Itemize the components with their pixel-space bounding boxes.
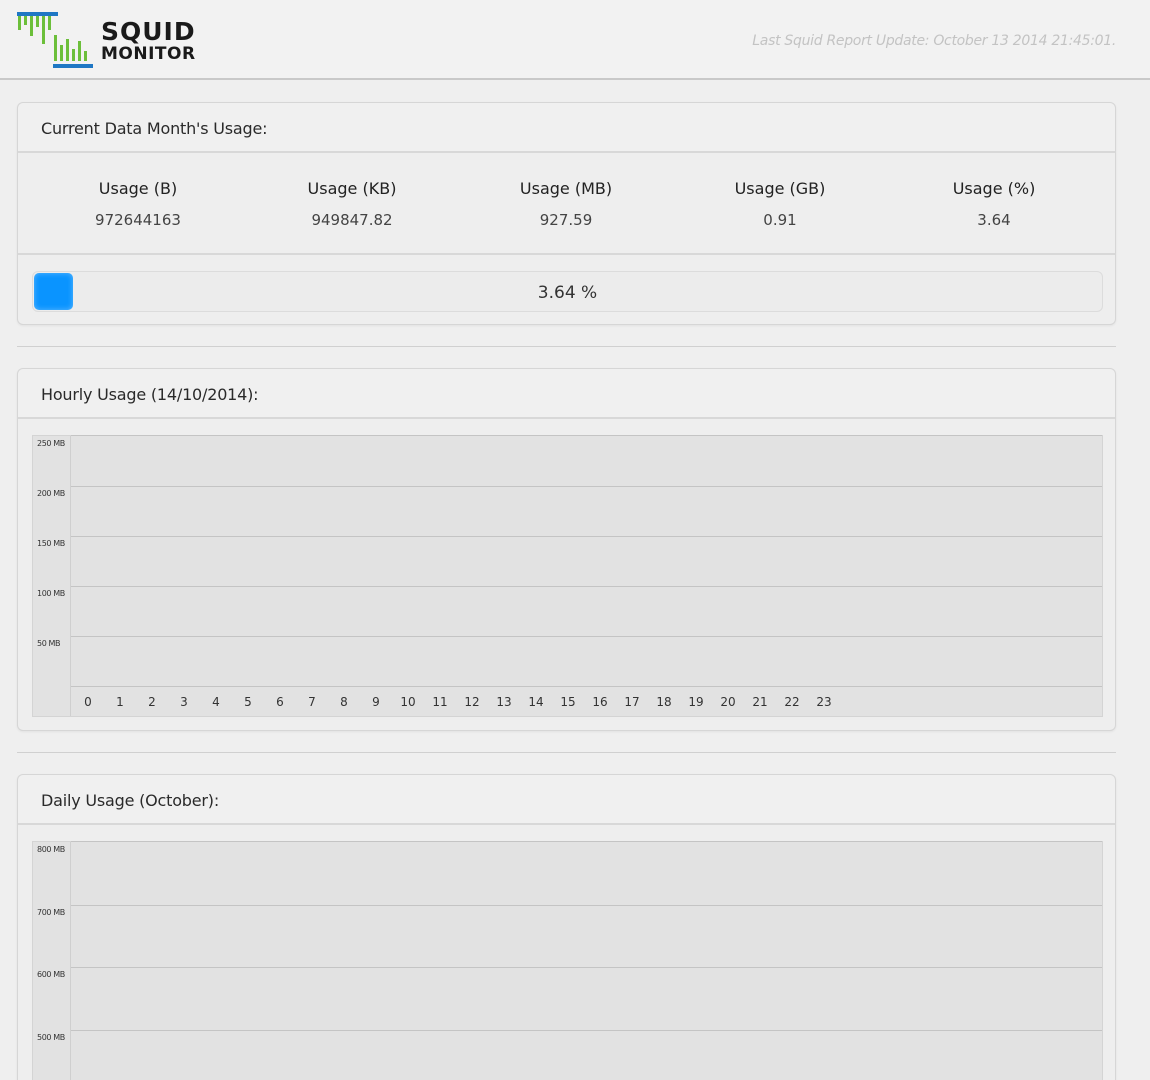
- x-tick-label: 17: [624, 695, 640, 709]
- stat-label: Usage (MB): [519, 179, 613, 198]
- usage-progress-bar: 3.64 %: [32, 271, 1103, 312]
- x-axis-line: [71, 686, 1102, 687]
- x-tick-label: 18: [656, 695, 672, 709]
- grid-line: [71, 1029, 1102, 1031]
- daily-usage-panel: Daily Usage (October): 800 MB 700 MB 600 M…: [17, 774, 1116, 1080]
- stat-value: 927.59: [539, 211, 593, 229]
- y-tick-label: 200 MB: [37, 489, 65, 498]
- x-tick-label: 14: [528, 695, 544, 709]
- y-tick-label: 250 MB: [37, 439, 65, 448]
- grid-line: [71, 536, 1102, 537]
- stat-label: Usage (GB): [734, 179, 826, 198]
- stat-value: 972644163: [95, 211, 181, 229]
- hourly-usage-panel: Hourly Usage (14/10/2014): 250 MB 200 MB 1…: [17, 368, 1116, 731]
- panel-title: Current Data Month's Usage:: [41, 119, 268, 138]
- x-tick-label: 11: [432, 695, 448, 709]
- grid-line: [71, 904, 1102, 906]
- x-tick-label: 16: [592, 695, 608, 709]
- y-axis: [33, 842, 71, 1080]
- daily-usage-chart: 800 MB 700 MB 600 MB 500 MB: [32, 841, 1103, 1080]
- y-tick-label: 150 MB: [37, 539, 65, 548]
- last-update-text: Last Squid Report Update: October 13 201…: [752, 33, 1116, 49]
- logo-bars-icon: [17, 12, 93, 68]
- grid-line: [71, 636, 1102, 637]
- grid-line: [71, 841, 1102, 842]
- x-tick-label: 7: [308, 695, 316, 709]
- x-tick-label: 21: [752, 695, 768, 709]
- panel-header: Current Data Month's Usage:: [18, 103, 1115, 153]
- progress-label: 3.64 %: [537, 283, 598, 303]
- y-tick-label: 100 MB: [37, 589, 65, 598]
- grid-line: [71, 486, 1102, 487]
- stat-value: 0.91: [763, 211, 797, 229]
- stat-label: Usage (B): [98, 179, 178, 198]
- grid-line: [71, 967, 1102, 968]
- y-tick-label: 500 MB: [37, 1032, 65, 1042]
- page-header: SQUID MONITOR Last Squid Report Update: …: [0, 0, 1150, 80]
- stat-label: Usage (KB): [307, 179, 397, 198]
- y-tick-label: 600 MB: [37, 970, 65, 979]
- hourly-usage-chart: 250 MB 200 MB 150 MB 100 MB 50 MB 0 1 2 3 4 5 6 7 8 9 1…: [32, 435, 1103, 717]
- y-axis: [33, 436, 71, 716]
- grid-line: [71, 586, 1102, 587]
- x-tick-label: 15: [560, 695, 576, 709]
- x-tick-label: 5: [244, 695, 252, 709]
- x-tick-label: 12: [464, 695, 480, 709]
- x-tick-label: 2: [148, 695, 156, 709]
- x-tick-label: 22: [784, 695, 800, 709]
- x-tick-label: 6: [276, 695, 284, 709]
- y-tick-label: 50 MB: [37, 639, 61, 648]
- panel-title: Hourly Usage (14/10/2014):: [41, 385, 259, 404]
- x-tick-label: 0: [84, 695, 92, 709]
- grid-line: [71, 435, 1102, 436]
- usage-stats: Usage (B) 972644163 Usage (KB) 949847.82…: [18, 155, 1115, 255]
- x-tick-label: 1: [116, 695, 124, 709]
- x-tick-label: 4: [212, 695, 220, 709]
- y-tick-label: 700 MB: [37, 907, 65, 917]
- y-tick-label: 800 MB: [37, 845, 65, 854]
- x-tick-label: 23: [816, 695, 832, 709]
- section-divider: [17, 752, 1116, 753]
- x-tick-label: 20: [720, 695, 736, 709]
- stat-label: Usage (%): [952, 179, 1036, 198]
- x-tick-label: 19: [688, 695, 704, 709]
- logo-subtitle: MONITOR: [101, 44, 196, 64]
- x-tick-label: 10: [400, 695, 416, 709]
- panel-header: Daily Usage (October):: [18, 775, 1115, 825]
- squid-monitor-logo[interactable]: SQUID MONITOR: [17, 11, 207, 73]
- panel-title: Daily Usage (October):: [41, 791, 220, 810]
- x-tick-label: 9: [372, 695, 380, 709]
- stat-value: 949847.82: [311, 211, 393, 229]
- x-tick-label: 3: [180, 695, 188, 709]
- logo-title: SQUID: [101, 17, 196, 46]
- x-tick-label: 8: [340, 695, 348, 709]
- x-tick-label: 13: [496, 695, 512, 709]
- section-divider: [17, 346, 1116, 347]
- stat-value: 3.64: [977, 211, 1011, 229]
- panel-header: Hourly Usage (14/10/2014):: [18, 369, 1115, 419]
- monthly-usage-panel: Current Data Month's Usage: Usage (B) 97…: [17, 102, 1116, 325]
